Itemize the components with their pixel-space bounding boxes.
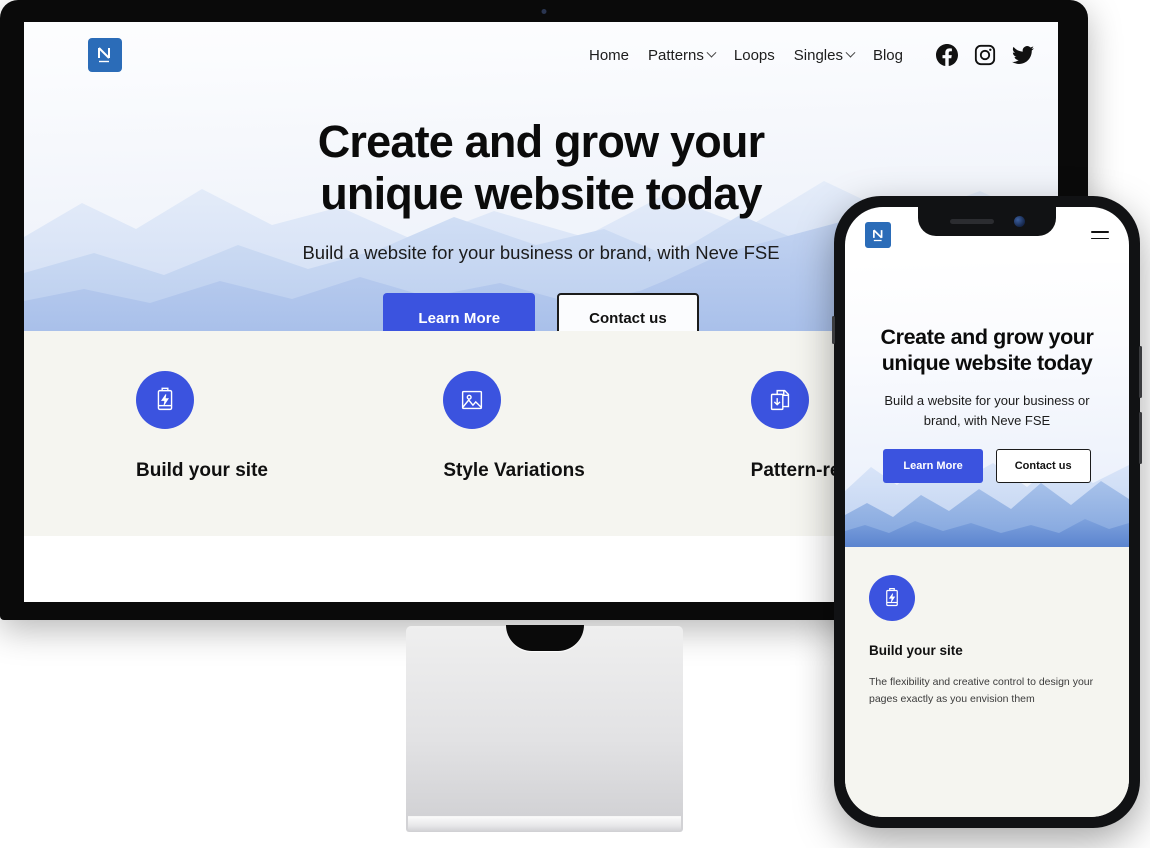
mobile-feature-title: Build your site	[869, 643, 963, 658]
earpiece-speaker-icon	[949, 219, 994, 224]
twitter-icon[interactable]	[1012, 44, 1034, 66]
phone-volume-down-button[interactable]	[1139, 412, 1142, 464]
mobile-hero-title-line-1: Create and grow your	[880, 325, 1094, 349]
social-links	[936, 44, 1034, 66]
desktop-hero-section: Home Patterns Loops Singles Blog Create …	[24, 22, 1058, 331]
page-title: Create and grow your unique website toda…	[24, 116, 1058, 220]
nav-label: Singles	[793, 46, 843, 64]
mobile-features-section: Build your site The flexibility and crea…	[845, 547, 1129, 817]
hero-title-line-2: unique website today	[320, 168, 762, 220]
image-mountain-icon	[443, 371, 502, 429]
burger-line	[1091, 237, 1109, 240]
hero-title-line-1: Create and grow your	[317, 116, 765, 167]
webcam-icon	[541, 9, 547, 14]
hamburger-menu-icon[interactable]	[1091, 230, 1109, 240]
feature-item-style-variations: Style Variations	[443, 371, 750, 536]
nav-label: Home	[589, 46, 630, 64]
mobile-contact-us-button[interactable]: Contact us	[995, 448, 1091, 483]
nav-item-loops[interactable]: Loops	[734, 47, 775, 64]
mobile-hero-subtitle: Build a website for your business or bra…	[884, 392, 1090, 428]
hero-subtitle: Build a website for your business or bra…	[302, 242, 780, 264]
mobile-hero-title-line-2: unique website today	[881, 350, 1093, 375]
nav-label: Loops	[733, 46, 775, 64]
chevron-down-icon	[845, 47, 856, 58]
mobile-feature-description: The flexibility and creative control to …	[869, 676, 1094, 706]
feature-item-build-your-site: Build your site	[136, 371, 443, 536]
nav-item-patterns[interactable]: Patterns	[648, 46, 717, 64]
phone-notch	[918, 207, 1056, 236]
battery-bolt-icon	[869, 575, 915, 621]
nav-label: Patterns	[648, 46, 704, 64]
mobile-hero-button-group: Learn More Contact us	[867, 448, 1107, 483]
mobile-learn-more-button[interactable]: Learn More	[883, 448, 983, 483]
nav-label: Blog	[872, 46, 903, 64]
contact-us-button[interactable]: Contact us	[557, 293, 699, 331]
documents-download-icon	[750, 371, 809, 429]
site-logo[interactable]	[88, 38, 122, 72]
nav-item-blog[interactable]: Blog	[873, 47, 903, 64]
nav-item-singles[interactable]: Singles	[793, 46, 856, 64]
stand-foot	[408, 816, 681, 832]
burger-line	[1091, 230, 1109, 233]
battery-bolt-icon	[136, 371, 194, 429]
mobile-page-title: Create and grow your unique website toda…	[867, 325, 1107, 377]
feature-title: Build your site	[136, 460, 268, 481]
feature-title: Style Variations	[443, 460, 585, 481]
desktop-hero-content: Create and grow your unique website toda…	[24, 88, 1058, 331]
facebook-icon[interactable]	[936, 44, 958, 66]
monitor-stand	[406, 625, 683, 832]
desktop-navigation: Home Patterns Loops Singles Blog	[589, 44, 1034, 66]
device-mockup-scene: Home Patterns Loops Singles Blog Create …	[0, 0, 1150, 848]
learn-more-button[interactable]: Learn More	[383, 293, 536, 331]
instagram-icon[interactable]	[974, 44, 996, 66]
front-camera-icon	[1013, 216, 1025, 227]
desktop-header: Home Patterns Loops Singles Blog	[24, 22, 1058, 88]
phone-volume-up-button[interactable]	[1139, 346, 1142, 398]
chevron-down-icon	[706, 47, 717, 58]
stand-notch	[505, 625, 584, 651]
nav-item-home[interactable]: Home	[589, 47, 629, 64]
